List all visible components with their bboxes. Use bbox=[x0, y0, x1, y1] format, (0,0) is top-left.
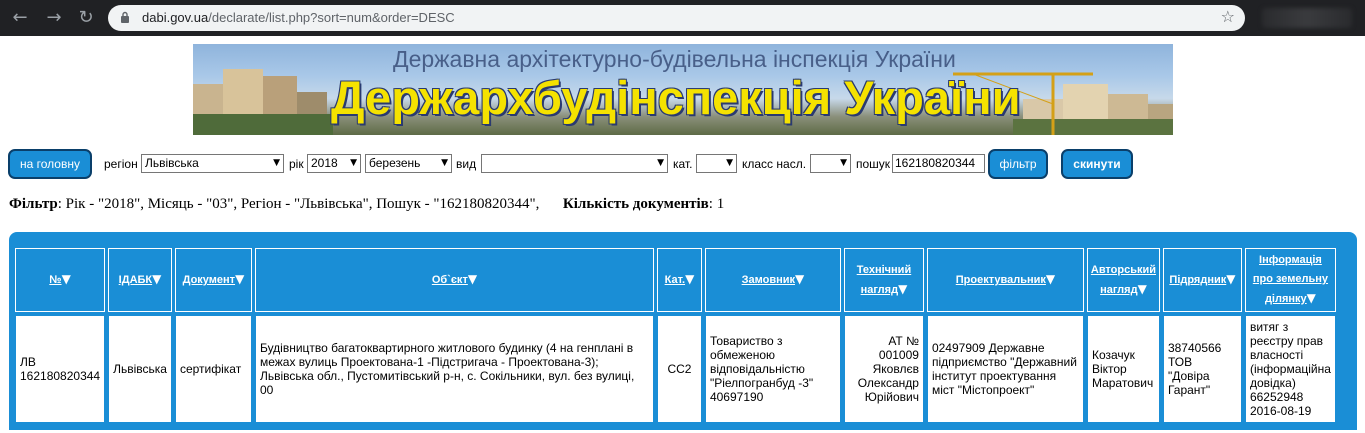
address-bar[interactable]: dabi.gov.ua/declarate/list.php?sort=num&… bbox=[108, 5, 1245, 31]
document-count-label: Кількість документів bbox=[562, 196, 709, 212]
year-select[interactable]: 2018 ▼ bbox=[307, 154, 361, 173]
chevron-down-icon: ▼ bbox=[726, 158, 733, 168]
browser-toolbar: ← → ↻ dabi.gov.ua/declarate/list.php?sor… bbox=[0, 0, 1365, 36]
column-header-label-line2: нагляд bbox=[860, 283, 899, 296]
chevron-down-icon: ▼ bbox=[350, 158, 357, 168]
column-header-label-line2: про земельну bbox=[1252, 273, 1329, 285]
sort-triangle-icon: ▼ bbox=[61, 272, 71, 286]
column-header-label: Підрядник bbox=[1169, 274, 1227, 286]
banner-title: Держархбудінспекція України bbox=[331, 71, 1021, 124]
search-label: пошук bbox=[856, 157, 891, 171]
column-header-label: № bbox=[49, 274, 62, 286]
filter-button[interactable]: фільтр bbox=[988, 149, 1048, 179]
column-header-tech-supervision[interactable]: Технічний нагляд▼ bbox=[843, 248, 924, 312]
cell-num: ЛВ 162180820344 bbox=[15, 315, 106, 423]
month-select[interactable]: березень ▼ bbox=[365, 154, 452, 173]
url-path: /declarate/list.php?sort=num&order=DESC bbox=[208, 10, 455, 25]
cell-document: сертифікат bbox=[174, 315, 252, 423]
cell-author-supervision: Козачук Віктор Маратович bbox=[1086, 315, 1160, 423]
chevron-down-icon: ▼ bbox=[273, 158, 280, 168]
column-header-contractor[interactable]: Підрядник▼ bbox=[1162, 248, 1242, 312]
region-label: регіон bbox=[104, 157, 138, 171]
sort-triangle-icon: ▼ bbox=[898, 281, 908, 296]
chevron-down-icon: ▼ bbox=[840, 158, 847, 168]
type-label: вид bbox=[456, 157, 477, 171]
filter-summary-text: : Рік - "2018", Місяць - "03", Регіон - … bbox=[57, 196, 540, 212]
document-count-value: : 1 bbox=[708, 196, 725, 212]
reload-icon[interactable]: ↻ bbox=[74, 6, 98, 30]
table-row: ЛВ 162180820344 Львівська сертифікат Буд… bbox=[15, 315, 1336, 423]
column-header-label: ІДАБК bbox=[118, 274, 153, 286]
sort-triangle-icon: ▼ bbox=[1137, 281, 1147, 296]
year-label: рік bbox=[289, 157, 304, 171]
filter-summary: Фільтр: Рік - "2018", Місяць - "03", Рег… bbox=[9, 196, 724, 213]
column-header-land-info[interactable]: Інформація про земельну ділянку▼ bbox=[1244, 248, 1336, 312]
month-select-value: березень bbox=[369, 156, 421, 170]
sort-triangle-icon: ▼ bbox=[795, 272, 805, 286]
search-input[interactable]: 162180820344 bbox=[892, 154, 985, 173]
declarations-table-container: №▼ ІДАБК▼ Документ▼ Об`єкт▼ Кат.▼ Замовн… bbox=[9, 232, 1357, 430]
table-header-row: №▼ ІДАБК▼ Документ▼ Об`єкт▼ Кат.▼ Замовн… bbox=[15, 248, 1336, 312]
column-header-label: Проектувальник bbox=[955, 274, 1046, 286]
column-header-customer[interactable]: Замовник▼ bbox=[704, 248, 841, 312]
class-label: класс насл. bbox=[742, 157, 807, 171]
column-header-label-line3: ділянку bbox=[1264, 293, 1307, 305]
url-host: dabi.gov.ua bbox=[142, 10, 209, 25]
bookmark-star-icon[interactable]: ☆ bbox=[1221, 7, 1235, 26]
column-header-label-line2: нагляд bbox=[1100, 283, 1138, 296]
cell-land-info: витяг з реєстру прав власності (інформац… bbox=[1244, 315, 1336, 423]
column-header-label: Об`єкт bbox=[431, 274, 468, 286]
type-select[interactable]: ▼ bbox=[481, 154, 668, 173]
declarations-table: №▼ ІДАБК▼ Документ▼ Об`єкт▼ Кат.▼ Замовн… bbox=[12, 245, 1339, 426]
chevron-down-icon: ▼ bbox=[441, 158, 448, 168]
column-header-idabk[interactable]: ІДАБК▼ bbox=[108, 248, 172, 312]
sort-triangle-icon: ▼ bbox=[1226, 272, 1236, 286]
cell-category: СС2 bbox=[656, 315, 702, 423]
filter-summary-label: Фільтр bbox=[9, 196, 58, 212]
sort-triangle-icon: ▼ bbox=[152, 272, 162, 286]
column-header-label: Кат. bbox=[664, 274, 686, 286]
column-header-label: Замовник bbox=[741, 274, 796, 286]
cell-object: Будівництво багатоквартирного житлового … bbox=[254, 315, 654, 423]
year-select-value: 2018 bbox=[311, 156, 338, 170]
region-select[interactable]: Львівська ▼ bbox=[141, 154, 284, 173]
column-header-label: Документ bbox=[182, 274, 236, 286]
sort-triangle-icon: ▼ bbox=[235, 272, 245, 286]
column-header-object[interactable]: Об`єкт▼ bbox=[254, 248, 654, 312]
column-header-label: Інформація bbox=[1259, 254, 1322, 266]
cell-contractor: 38740566 ТОВ "Довіра Гарант" bbox=[1162, 315, 1242, 423]
lock-icon bbox=[121, 11, 129, 23]
column-header-author-supervision[interactable]: Авторський нагляд▼ bbox=[1086, 248, 1160, 312]
category-label: кат. bbox=[673, 157, 693, 171]
banner-subtitle: Державна архітектурно-будівельна інспекц… bbox=[393, 46, 956, 72]
url-text: dabi.gov.ua/declarate/list.php?sort=num&… bbox=[142, 10, 455, 25]
region-select-value: Львівська bbox=[145, 156, 199, 170]
cell-designer: 02497909 Державне підприємство "Державни… bbox=[926, 315, 1084, 423]
cell-idabk: Львівська bbox=[108, 315, 172, 423]
sort-triangle-icon: ▼ bbox=[1306, 291, 1316, 305]
category-select[interactable]: ▼ bbox=[696, 154, 737, 173]
home-button[interactable]: на головну bbox=[8, 149, 92, 179]
sort-triangle-icon: ▼ bbox=[1045, 272, 1056, 286]
column-header-label: Технічний bbox=[856, 263, 912, 276]
column-header-category[interactable]: Кат.▼ bbox=[656, 248, 702, 312]
reset-button[interactable]: скинути bbox=[1061, 149, 1133, 179]
cell-tech-supervision: АТ № 001009 Яковлєв Олександр Юрійович bbox=[843, 315, 924, 423]
class-select[interactable]: ▼ bbox=[810, 154, 851, 173]
site-banner[interactable]: Державна архітектурно-будівельна інспекц… bbox=[193, 44, 1173, 135]
column-header-num[interactable]: №▼ bbox=[15, 248, 106, 312]
sort-triangle-icon: ▼ bbox=[685, 272, 695, 286]
sort-triangle-icon: ▼ bbox=[467, 272, 478, 286]
column-header-designer[interactable]: Проектувальник▼ bbox=[926, 248, 1084, 312]
forward-icon[interactable]: → bbox=[42, 6, 66, 30]
back-icon[interactable]: ← bbox=[8, 6, 32, 30]
blurred-extensions-area bbox=[1262, 8, 1352, 28]
cell-customer: Товариство з обмеженою відповідальністю … bbox=[704, 315, 841, 423]
column-header-label: Авторський bbox=[1090, 263, 1157, 276]
column-header-document[interactable]: Документ▼ bbox=[174, 248, 252, 312]
chevron-down-icon: ▼ bbox=[657, 158, 664, 168]
